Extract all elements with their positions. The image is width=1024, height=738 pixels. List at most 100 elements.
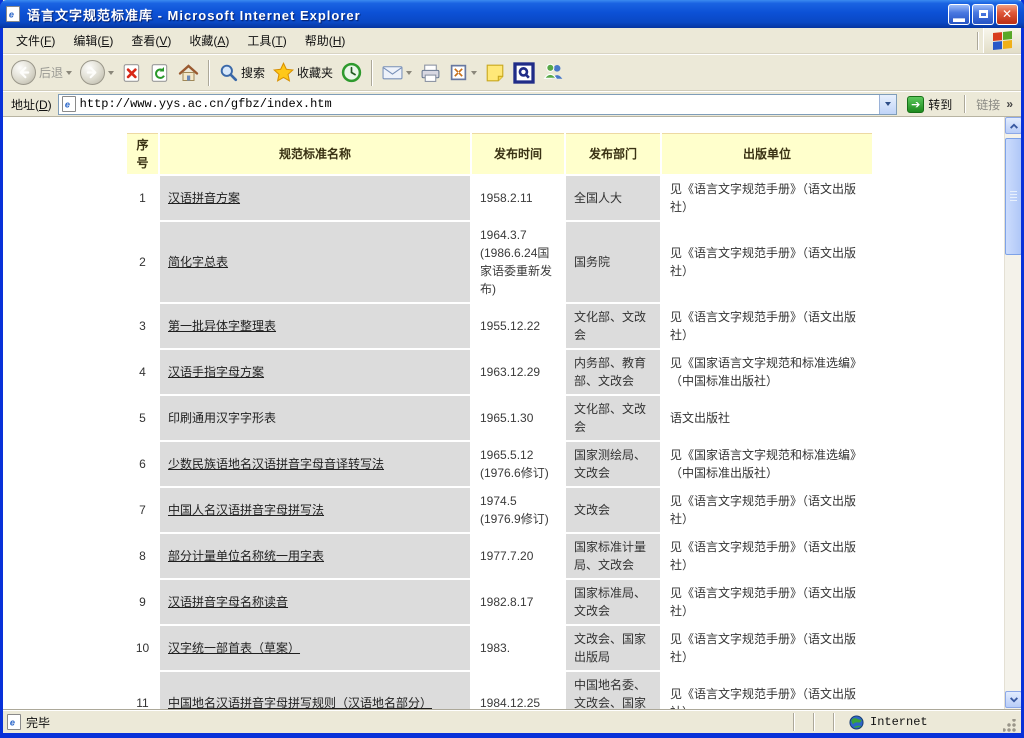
messenger-button[interactable] [539, 60, 570, 85]
publish-department: 文化部、文改会 [566, 304, 660, 348]
scroll-thumb[interactable] [1005, 138, 1021, 255]
lianzhong-icon [513, 62, 535, 84]
go-arrow-icon: ➔ [907, 96, 924, 113]
scroll-up-button[interactable] [1005, 117, 1021, 134]
internet-globe-icon [849, 715, 864, 730]
col-header-no: 序号 [127, 133, 158, 174]
address-dropdown-button[interactable] [879, 95, 896, 114]
standard-name-link[interactable]: 第一批异体字整理表 [168, 319, 276, 333]
stop-icon [122, 63, 142, 83]
publisher: 见《语言文字规范手册》（语文出版社） [662, 580, 872, 624]
standard-name-link[interactable]: 汉语手指字母方案 [168, 365, 264, 379]
stop-button[interactable] [118, 61, 146, 85]
row-number: 4 [127, 350, 158, 394]
table-row: 7 中国人名汉语拼音字母拼写法 1974.5 (1976.9修订) 文改会 见《… [127, 488, 872, 532]
refresh-button[interactable] [146, 61, 174, 85]
print-button[interactable] [416, 61, 445, 85]
go-button[interactable]: ➔ 转到 [903, 95, 956, 114]
row-number: 2 [127, 222, 158, 302]
scroll-down-icon [1009, 696, 1019, 704]
publish-department: 国务院 [566, 222, 660, 302]
addressbar-separator [964, 95, 966, 113]
menu-view[interactable]: 查看(V) [122, 28, 180, 53]
zone-label: Internet [870, 715, 928, 729]
mail-dropdown-icon [406, 71, 412, 75]
back-dropdown-icon [66, 71, 72, 75]
standards-table: 序号 规范标准名称 发布时间 发布部门 出版单位 1 汉语拼音方案 1958.2… [125, 131, 874, 710]
history-icon [341, 62, 362, 83]
edit-button[interactable] [445, 61, 481, 84]
maximize-button[interactable] [972, 4, 994, 25]
standard-name-link[interactable]: 中国地名汉语拼音字母拼写规则（汉语地名部分） [168, 696, 432, 710]
scroll-up-icon [1009, 122, 1019, 130]
url-text: http://www.yys.ac.cn/gfbz/index.htm [80, 97, 332, 111]
scroll-down-button[interactable] [1005, 691, 1021, 708]
standard-name-link[interactable]: 汉字统一部首表（草案） [168, 641, 300, 655]
menu-favorites[interactable]: 收藏(A) [180, 28, 238, 53]
edit-dropdown-icon [471, 71, 477, 75]
vertical-scrollbar[interactable] [1004, 117, 1021, 710]
svg-text:e: e [10, 717, 15, 727]
back-button[interactable]: 后退 [7, 58, 76, 87]
ie-window: e 语言文字规范标准库 - Microsoft Internet Explore… [0, 0, 1024, 738]
forward-button[interactable] [76, 58, 118, 87]
lianzhong-button[interactable] [509, 60, 539, 86]
publish-date: 1963.12.29 [472, 350, 564, 394]
note-button[interactable] [481, 61, 509, 85]
back-icon [11, 60, 36, 85]
search-icon [219, 63, 238, 82]
url-page-icon: e [62, 96, 76, 112]
close-button[interactable]: ✕ [996, 4, 1018, 25]
menu-file[interactable]: 文件(F) [7, 28, 64, 53]
row-number: 9 [127, 580, 158, 624]
publish-date: 1964.3.7 (1986.6.24国家语委重新发布) [472, 222, 564, 302]
home-button[interactable] [174, 61, 203, 85]
publish-date: 1982.8.17 [472, 580, 564, 624]
table-row: 3 第一批异体字整理表 1955.12.22 文化部、文改会 见《语言文字规范手… [127, 304, 872, 348]
standard-name-link: 印刷通用汉字字形表 [168, 411, 276, 425]
publish-department: 文改会、国家出版局 [566, 626, 660, 670]
row-number: 7 [127, 488, 158, 532]
table-row: 9 汉语拼音字母名称读音 1982.8.17 国家标准局、文改会 见《语言文字规… [127, 580, 872, 624]
toolbar: 后退 搜索 收藏夹 [3, 54, 1021, 91]
table-row: 10 汉字统一部首表（草案） 1983. 文改会、国家出版局 见《语言文字规范手… [127, 626, 872, 670]
menu-tools[interactable]: 工具(T) [238, 28, 295, 53]
resize-grip[interactable] [1003, 719, 1017, 733]
window-border [0, 733, 1024, 738]
table-row: 2 简化字总表 1964.3.7 (1986.6.24国家语委重新发布) 国务院… [127, 222, 872, 302]
row-number: 6 [127, 442, 158, 486]
publish-date: 1974.5 (1976.9修订) [472, 488, 564, 532]
favorites-button[interactable]: 收藏夹 [269, 60, 337, 85]
publish-date: 1965.1.30 [472, 396, 564, 440]
publish-date: 1958.2.11 [472, 176, 564, 220]
publisher: 见《国家语言文字规范和标准选编》（中国标准出版社） [662, 442, 872, 486]
title-bar[interactable]: e 语言文字规范标准库 - Microsoft Internet Explore… [0, 0, 1024, 28]
note-icon [485, 63, 505, 83]
menu-help[interactable]: 帮助(H) [296, 28, 355, 53]
search-button[interactable]: 搜索 [215, 61, 269, 84]
search-label: 搜索 [241, 64, 265, 81]
publish-date: 1983. [472, 626, 564, 670]
standard-name-link[interactable]: 汉语拼音字母名称读音 [168, 595, 288, 609]
status-page-icon: e [7, 714, 21, 730]
table-row: 8 部分计量单位名称统一用字表 1977.7.20 国家标准计量局、文改会 见《… [127, 534, 872, 578]
mail-button[interactable] [378, 62, 416, 83]
links-label[interactable]: 链接 [976, 96, 1000, 113]
publish-department: 全国人大 [566, 176, 660, 220]
standard-name-link[interactable]: 部分计量单位名称统一用字表 [168, 549, 324, 563]
minimize-button[interactable]: ▬ [948, 4, 970, 25]
standard-name-link[interactable]: 少数民族语地名汉语拼音字母音译转写法 [168, 457, 384, 471]
history-button[interactable] [337, 60, 366, 85]
chevron-more-icon[interactable]: » [1006, 97, 1013, 111]
menu-edit[interactable]: 编辑(E) [64, 28, 122, 53]
row-number: 3 [127, 304, 158, 348]
publish-department: 国家标准局、文改会 [566, 580, 660, 624]
standard-name-link[interactable]: 中国人名汉语拼音字母拼写法 [168, 503, 324, 517]
status-separator [793, 713, 795, 731]
standard-name-link[interactable]: 汉语拼音方案 [168, 191, 240, 205]
address-input[interactable]: e http://www.yys.ac.cn/gfbz/index.htm [58, 94, 898, 115]
publish-department: 中国地名委、文改会、国家测绘局 [566, 672, 660, 710]
standard-name-link[interactable]: 简化字总表 [168, 255, 228, 269]
publish-date: 1984.12.25 [472, 672, 564, 710]
publisher: 见《语言文字规范手册》（语文出版社） [662, 222, 872, 302]
